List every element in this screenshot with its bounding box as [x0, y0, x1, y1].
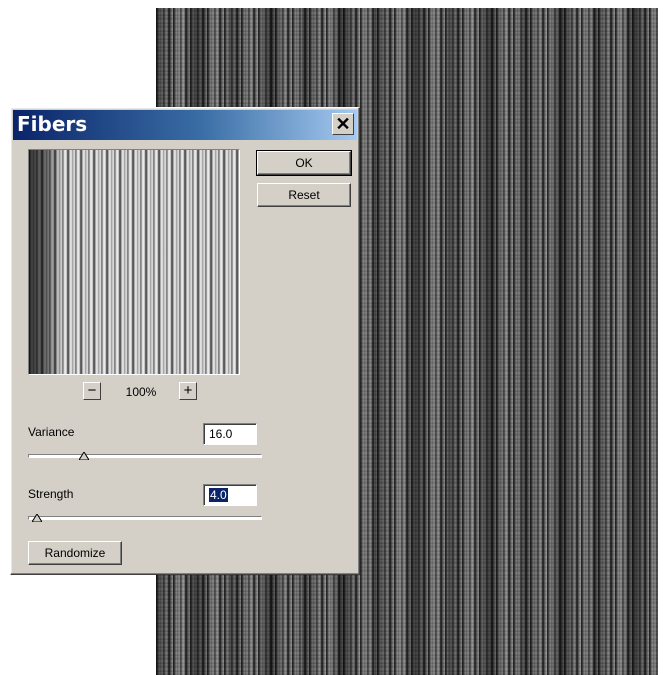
- reset-button[interactable]: Reset: [257, 183, 351, 207]
- ok-button[interactable]: OK: [256, 150, 352, 176]
- strength-field[interactable]: 4.0: [203, 484, 257, 506]
- close-icon: ✕: [335, 113, 351, 134]
- preview-image: [29, 150, 239, 374]
- variance-slider-track[interactable]: [28, 454, 262, 458]
- strength-slider-track[interactable]: [28, 516, 262, 520]
- variance-field[interactable]: 16.0: [203, 423, 257, 445]
- minus-icon: −: [87, 382, 97, 399]
- plus-icon: +: [183, 382, 193, 399]
- variance-value: 16.0: [209, 427, 233, 441]
- dialog-title: Fibers: [17, 112, 88, 136]
- title-bar[interactable]: Fibers ✕: [13, 110, 357, 140]
- strength-label: Strength: [28, 487, 74, 501]
- strength-value: 4.0: [209, 488, 228, 502]
- zoom-level: 100%: [125, 385, 157, 399]
- fibers-dialog: Fibers ✕ − 100% + OK Reset Variance 16.0…: [10, 107, 360, 575]
- variance-label: Variance: [28, 425, 75, 439]
- randomize-button[interactable]: Randomize: [28, 541, 122, 565]
- zoom-in-button[interactable]: +: [179, 382, 197, 400]
- strength-slider-thumb[interactable]: [32, 514, 43, 522]
- preview-pane[interactable]: [28, 149, 240, 375]
- close-button[interactable]: ✕: [332, 113, 354, 135]
- zoom-out-button[interactable]: −: [83, 382, 101, 400]
- variance-slider-thumb[interactable]: [79, 452, 90, 460]
